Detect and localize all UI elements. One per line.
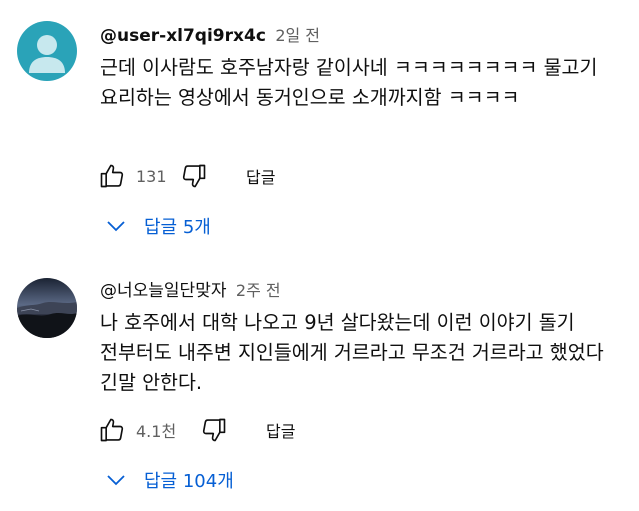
- comment-actions: 4.1천 답글: [96, 412, 295, 448]
- view-replies-button[interactable]: 답글 5개: [104, 208, 211, 244]
- thumb-up-icon: [100, 164, 124, 188]
- reply-button[interactable]: 답글: [266, 418, 295, 442]
- comment-text: 근데 이사람도 호주남자랑 같이사네 ㅋㅋㅋㅋㅋㅋㅋㅋ 물고기 요리하는 영상에…: [100, 56, 598, 109]
- comment-actions: 131 답글: [96, 158, 275, 194]
- comment-time[interactable]: 2일 전: [275, 26, 320, 45]
- comment-text: 나 호주에서 대학 나오고 9년 살다왔는데 이런 이야기 돌기 전부터도 내주…: [100, 311, 604, 394]
- thumb-up-icon: [100, 418, 124, 442]
- like-button[interactable]: [96, 414, 128, 446]
- landscape-photo-avatar-icon: [17, 278, 77, 338]
- comment-header: @user-xl7qi9rx4c 2일 전: [100, 23, 625, 49]
- chevron-down-icon: [104, 468, 128, 492]
- reply-button[interactable]: 답글: [246, 164, 275, 188]
- thumb-down-icon: [202, 418, 226, 442]
- like-button[interactable]: [96, 160, 128, 192]
- replies-count-label: 답글 5개: [144, 217, 211, 238]
- default-avatar-icon: [17, 21, 77, 81]
- dislike-button[interactable]: [198, 414, 230, 446]
- like-count: 131: [136, 166, 167, 186]
- comment-time[interactable]: 2주 전: [236, 281, 281, 300]
- author-name[interactable]: @user-xl7qi9rx4c: [100, 26, 266, 46]
- view-replies-button[interactable]: 답글 104개: [104, 462, 234, 498]
- thumb-down-icon: [182, 164, 206, 188]
- dislike-button[interactable]: [178, 160, 210, 192]
- comment-header: @너오늘일단맞자 2주 전: [100, 278, 625, 304]
- replies-count-label: 답글 104개: [144, 471, 234, 492]
- avatar[interactable]: [17, 278, 77, 338]
- chevron-down-icon: [104, 214, 128, 238]
- author-name[interactable]: @너오늘일단맞자: [100, 281, 226, 301]
- like-count: 4.1천: [136, 422, 177, 441]
- avatar[interactable]: [17, 21, 77, 81]
